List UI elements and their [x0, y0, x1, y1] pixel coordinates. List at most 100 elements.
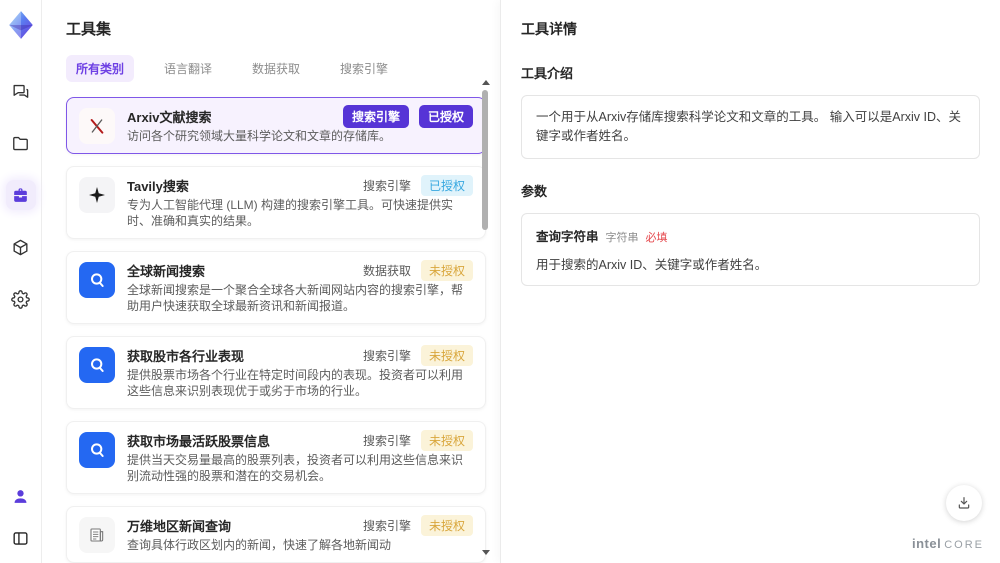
tool-description: 全球新闻搜索是一个聚合全球各大新闻网站内容的搜索引擎，帮助用户快速获取全球最新资… [127, 283, 464, 313]
sidebar-item-settings[interactable] [6, 284, 36, 314]
tool-description: 访问各个研究领域大量科学论文和文章的存储库。 [127, 129, 392, 143]
tool-card-body: 万维地区新闻查询 搜索引擎 未授权 查询具体行政区划内的新闻，快速了解各地新闻动 [127, 514, 473, 553]
tool-detail-panel: 工具详情 工具介绍 一个用于从Arxiv存储库搜索科学论文和文章的工具。 输入可… [500, 0, 1000, 563]
category-tab-label: 数据获取 [252, 62, 301, 76]
sidebar-item-panel-toggle[interactable] [6, 523, 36, 553]
tool-name: 万维地区新闻查询 [127, 518, 232, 534]
tool-icon [79, 517, 115, 553]
tool-badges: 搜索引擎 未授权 [362, 429, 473, 451]
tool-badges: 搜索引擎 已授权 [342, 104, 473, 128]
category-tab[interactable]: 语言翻译 [154, 55, 222, 82]
sidebar-item-models[interactable] [6, 232, 36, 262]
tool-card-body: 全球新闻搜索 数据获取 未授权 全球新闻搜索是一个聚合全球各大新闻网站内容的搜索… [127, 259, 473, 314]
tool-badges: 搜索引擎 未授权 [362, 344, 473, 366]
tool-card-body: 获取市场最活跃股票信息 搜索引擎 未授权 提供当天交易量最高的股票列表，投资者可… [127, 429, 473, 484]
cube-icon [13, 239, 28, 255]
tool-status-badge: 未授权 [420, 514, 473, 536]
intel-core-logo: intel CORE [912, 536, 984, 551]
param-required-tag: 必填 [645, 231, 668, 244]
tool-status-badge: 未授权 [420, 344, 473, 366]
scroll-up-arrow-icon[interactable] [482, 80, 490, 85]
list-scrollbar[interactable] [481, 80, 490, 555]
param-description: 用于搜索的Arxiv ID、关键字或作者姓名。 [536, 257, 768, 272]
param-type: 字符串 [605, 231, 639, 244]
page-title: 工具集 [66, 21, 112, 38]
tool-card-body: Arxiv文献搜索 搜索引擎 已授权 访问各个研究领域大量科学论文和文章的存储库… [127, 104, 473, 144]
quark-search-icon [91, 273, 104, 287]
intro-heading: 工具介绍 [521, 66, 574, 81]
gear-icon [11, 289, 30, 309]
tool-name: 获取市场最活跃股票信息 [127, 433, 271, 449]
category-tab-label: 搜索引擎 [340, 62, 389, 76]
tool-icon [79, 177, 115, 213]
tool-status-badge: 已授权 [418, 104, 473, 128]
core-logo-text: CORE [944, 539, 984, 551]
sidebar-item-user[interactable] [6, 481, 36, 511]
scrollbar-thumb[interactable] [482, 90, 488, 230]
tool-card-list: Arxiv文献搜索 搜索引擎 已授权 访问各个研究领域大量科学论文和文章的存储库… [66, 97, 486, 563]
tool-card-body: Tavily搜索 搜索引擎 已授权 专为人工智能代理 (LLM) 构建的搜索引擎… [127, 174, 473, 229]
tool-description: 查询具体行政区划内的新闻，快速了解各地新闻动 [127, 538, 392, 552]
intro-box: 一个用于从Arxiv存储库搜索科学论文和文章的工具。 输入可以是Arxiv ID… [521, 95, 980, 159]
folder-icon [13, 136, 28, 150]
param-item: 查询字符串 字符串 必填 用于搜索的Arxiv ID、关键字或作者姓名。 [536, 226, 965, 273]
download-button[interactable] [946, 485, 982, 521]
intro-text: 一个用于从Arxiv存储库搜索科学论文和文章的工具。 输入可以是Arxiv ID… [536, 110, 962, 143]
tool-name: Arxiv文献搜索 [127, 109, 212, 125]
category-tab[interactable]: 搜索引擎 [330, 55, 398, 82]
newspaper-icon [90, 528, 104, 542]
quark-search-icon [91, 443, 104, 457]
tool-status-badge: 已授权 [420, 174, 473, 196]
category-tab-label: 语言翻译 [164, 62, 213, 76]
tool-category-badge: 搜索引擎 [362, 348, 411, 363]
param-name: 查询字符串 [536, 229, 599, 244]
tool-card[interactable]: Arxiv文献搜索 搜索引擎 已授权 访问各个研究领域大量科学论文和文章的存储库… [66, 97, 486, 154]
tool-description: 提供当天交易量最高的股票列表，投资者可以利用这些信息来识别流动性强的股票和潜在的… [127, 453, 464, 483]
app-window: 工具集 所有类别 语言翻译 数据获取 搜索引擎 Arxiv文献搜索 搜索引擎 已… [0, 0, 1000, 563]
tool-name: 获取股市各行业表现 [127, 348, 245, 364]
detail-title: 工具详情 [521, 21, 577, 37]
sidebar-item-tools[interactable] [5, 180, 36, 210]
tool-name: 全球新闻搜索 [127, 263, 206, 279]
tool-category-badge: 搜索引擎 [362, 433, 411, 448]
category-tabs: 所有类别 语言翻译 数据获取 搜索引擎 [66, 55, 474, 82]
user-icon [14, 489, 27, 503]
tool-card[interactable]: Tavily搜索 搜索引擎 已授权 专为人工智能代理 (LLM) 构建的搜索引擎… [66, 166, 486, 239]
tool-category-badge: 搜索引擎 [362, 518, 411, 533]
app-logo-icon [8, 11, 33, 39]
tool-icon [79, 432, 115, 468]
tool-icon [79, 108, 115, 144]
tool-list-panel: 工具集 所有类别 语言翻译 数据获取 搜索引擎 Arxiv文献搜索 搜索引擎 已… [42, 0, 500, 563]
tool-badges: 搜索引擎 已授权 [362, 174, 473, 196]
tool-card-body: 获取股市各行业表现 搜索引擎 未授权 提供股票市场各个行业在特定时间段内的表现。… [127, 344, 473, 399]
tool-description: 提供股票市场各个行业在特定时间段内的表现。投资者可以利用这些信息来识别表现优于或… [127, 368, 464, 398]
tool-category-badge: 搜索引擎 [342, 104, 409, 128]
tool-card[interactable]: 全球新闻搜索 数据获取 未授权 全球新闻搜索是一个聚合全球各大新闻网站内容的搜索… [66, 251, 486, 324]
briefcase-icon [14, 187, 27, 202]
tool-card[interactable]: 万维地区新闻查询 搜索引擎 未授权 查询具体行政区划内的新闻，快速了解各地新闻动 [66, 506, 486, 563]
download-icon [958, 497, 970, 509]
tool-badges: 数据获取 未授权 [362, 259, 473, 281]
tool-card[interactable]: 获取市场最活跃股票信息 搜索引擎 未授权 提供当天交易量最高的股票列表，投资者可… [66, 421, 486, 494]
panel-toggle-icon [13, 531, 28, 545]
category-tab[interactable]: 所有类别 [66, 55, 135, 82]
category-tab[interactable]: 数据获取 [242, 55, 310, 82]
tool-status-badge: 未授权 [420, 259, 473, 281]
scroll-down-arrow-icon[interactable] [482, 550, 490, 555]
tool-name: Tavily搜索 [127, 178, 189, 194]
arxiv-logo-icon [90, 119, 104, 134]
tool-icon [79, 262, 115, 298]
sidebar [0, 0, 42, 563]
category-tab-label: 所有类别 [76, 62, 125, 76]
tool-category-badge: 搜索引擎 [362, 178, 411, 193]
tool-category-badge: 数据获取 [362, 263, 411, 278]
params-box: 查询字符串 字符串 必填 用于搜索的Arxiv ID、关键字或作者姓名。 [521, 212, 980, 286]
tool-status-badge: 未授权 [420, 429, 473, 451]
params-heading: 参数 [521, 183, 548, 199]
sidebar-item-chat[interactable] [6, 76, 36, 106]
tool-icon [79, 347, 115, 383]
chat-icon [13, 84, 29, 98]
tavily-star-icon [89, 187, 105, 203]
tool-card[interactable]: 获取股市各行业表现 搜索引擎 未授权 提供股票市场各个行业在特定时间段内的表现。… [66, 336, 486, 409]
sidebar-item-files[interactable] [6, 128, 36, 158]
